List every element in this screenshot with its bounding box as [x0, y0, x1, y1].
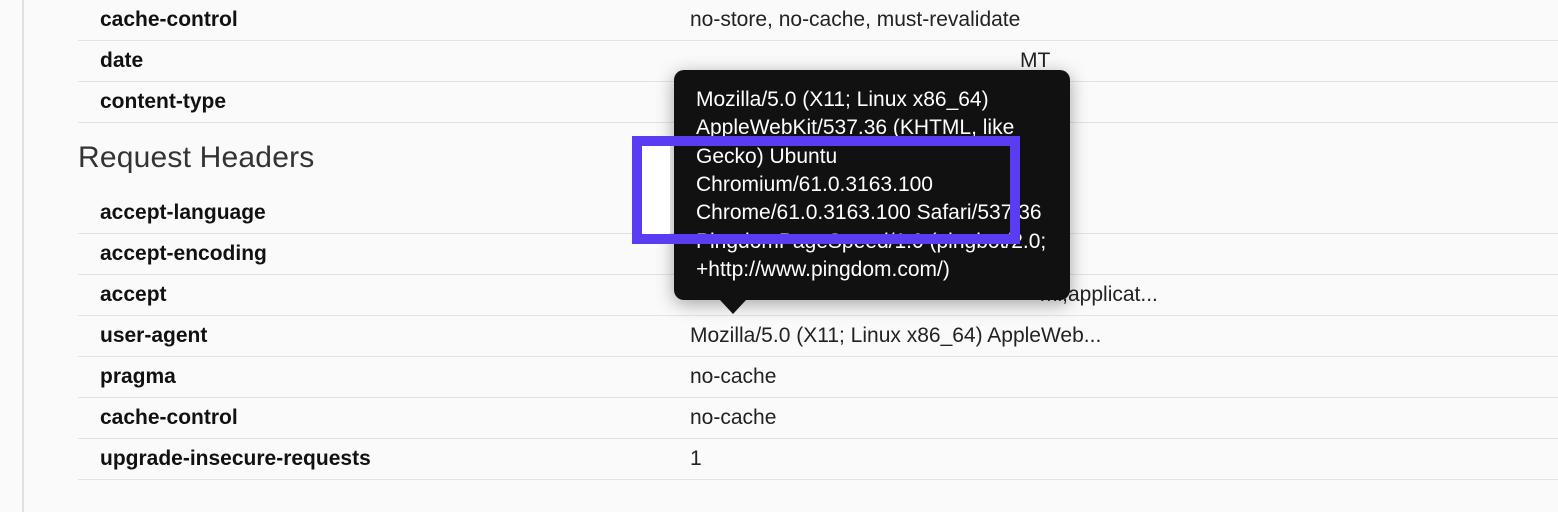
header-value: no-cache: [690, 357, 1558, 398]
header-name: accept-encoding: [78, 234, 690, 275]
header-name: pragma: [78, 357, 690, 398]
table-row[interactable]: cache-control no-cache: [78, 398, 1558, 439]
header-name: date: [78, 41, 690, 82]
table-row[interactable]: cache-control no-store, no-cache, must-r…: [78, 0, 1558, 41]
table-row[interactable]: upgrade-insecure-requests 1: [78, 439, 1558, 480]
header-value: no-cache: [690, 398, 1558, 439]
header-name: accept: [78, 275, 690, 316]
header-name: user-agent: [78, 316, 690, 357]
header-value: 1: [690, 439, 1558, 480]
header-name: cache-control: [78, 398, 690, 439]
header-value: no-store, no-cache, must-revalidate: [690, 0, 1558, 41]
table-row[interactable]: pragma no-cache: [78, 357, 1558, 398]
header-value: Mozilla/5.0 (X11; Linux x86_64) AppleWeb…: [690, 316, 1558, 357]
header-name: cache-control: [78, 0, 690, 41]
user-agent-tooltip: Mozilla/5.0 (X11; Linux x86_64) AppleWeb…: [674, 70, 1070, 300]
header-name: upgrade-insecure-requests: [78, 439, 690, 480]
table-row[interactable]: user-agent Mozilla/5.0 (X11; Linux x86_6…: [78, 316, 1558, 357]
tooltip-content: Mozilla/5.0 (X11; Linux x86_64) AppleWeb…: [674, 70, 1070, 300]
header-name: accept-language: [78, 193, 690, 234]
header-name: content-type: [78, 82, 690, 123]
